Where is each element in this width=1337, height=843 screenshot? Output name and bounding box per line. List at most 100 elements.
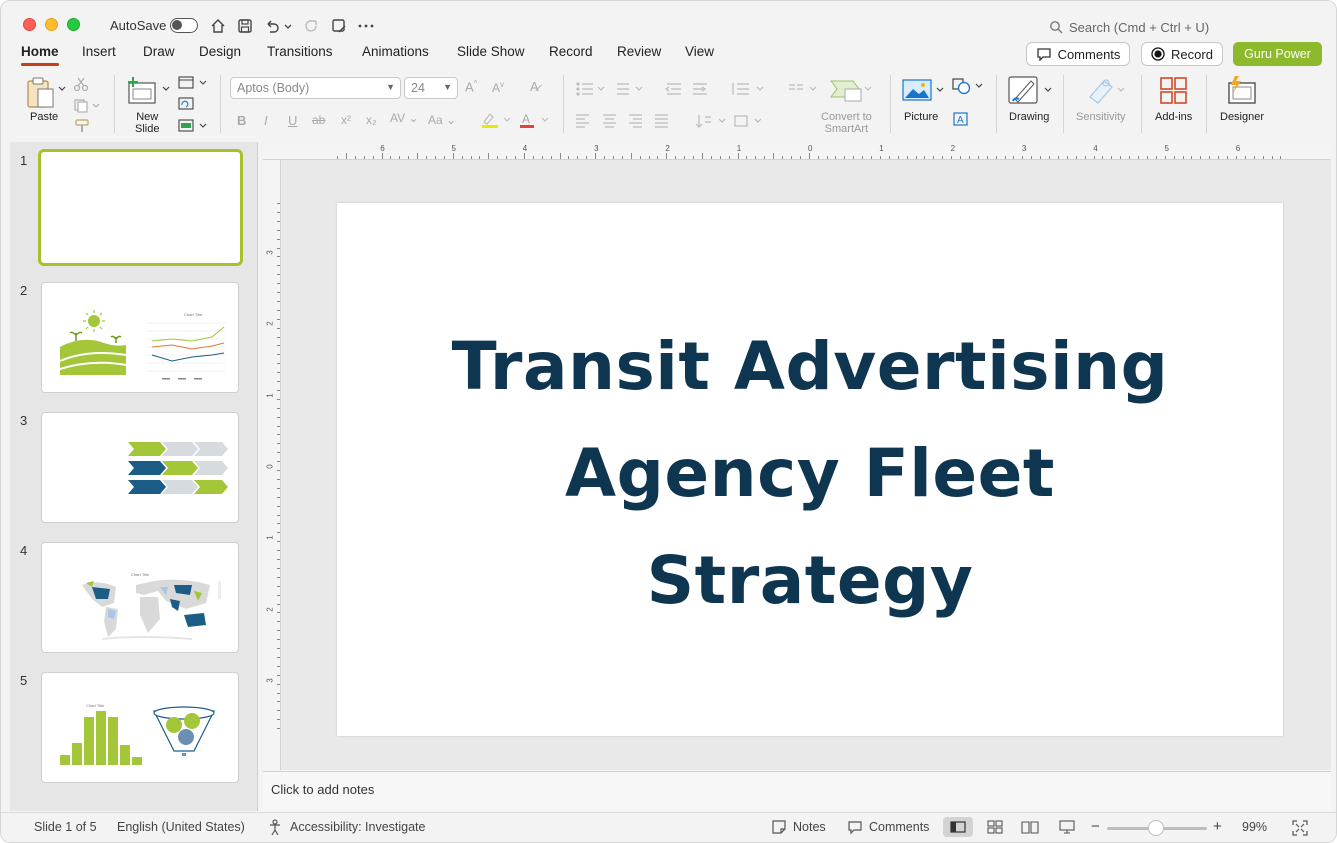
character-spacing-icon[interactable]: AV ⌄ xyxy=(390,111,419,125)
paste-icon[interactable] xyxy=(25,77,59,109)
minimize-window-button[interactable] xyxy=(45,18,58,31)
font-name-dropdown[interactable]: Aptos (Body) ▼ xyxy=(230,77,401,99)
ruler-tick xyxy=(277,648,280,649)
drawing-icon[interactable] xyxy=(1007,75,1053,107)
font-size-dropdown[interactable]: 24 ▼ xyxy=(404,77,458,99)
zoom-slider-handle[interactable] xyxy=(1148,820,1164,836)
strikethrough-icon[interactable]: ab xyxy=(312,113,325,127)
ruler-tick xyxy=(277,238,280,240)
subscript-icon[interactable]: x₂ xyxy=(366,113,377,127)
zoom-out-button[interactable]: − xyxy=(1091,818,1100,835)
undo-dropdown-icon[interactable] xyxy=(283,17,293,35)
paste-dropdown-icon[interactable] xyxy=(58,85,66,93)
slide-thumbnail-2[interactable]: Chart Title xyxy=(41,282,239,393)
new-slide-icon[interactable] xyxy=(127,75,159,105)
shapes-icon[interactable] xyxy=(951,77,987,95)
decrease-font-size-icon[interactable]: Av xyxy=(492,80,504,95)
slide-thumbnail-3[interactable] xyxy=(41,412,239,523)
home-icon[interactable] xyxy=(209,17,227,35)
search-box[interactable]: Search (Cmd + Ctrl + U) xyxy=(1041,16,1241,38)
language-indicator[interactable]: English (United States) xyxy=(117,820,245,834)
slide-thumbnail-5[interactable]: Chart Title xyxy=(41,672,239,783)
slide-thumbnail-4[interactable]: Chart Title xyxy=(41,542,239,653)
alignment-icons[interactable] xyxy=(575,113,775,129)
ruler-tick xyxy=(1155,156,1157,159)
reset-icon[interactable] xyxy=(177,97,195,111)
ruler-tick xyxy=(277,425,280,427)
guru-power-button[interactable]: Guru Power xyxy=(1233,42,1322,66)
italic-icon[interactable]: I xyxy=(264,113,268,128)
bold-icon[interactable]: B xyxy=(237,113,246,128)
comments-button[interactable]: Comments xyxy=(1026,42,1130,66)
cut-icon[interactable] xyxy=(73,77,89,91)
ruler-tick xyxy=(277,630,280,632)
search-placeholder: Search (Cmd + Ctrl + U) xyxy=(1069,19,1210,35)
text-box-icon[interactable]: A xyxy=(952,111,970,127)
maximize-window-button[interactable] xyxy=(67,18,80,31)
picture-icon[interactable] xyxy=(901,78,947,104)
autosave-toggle[interactable] xyxy=(170,18,198,33)
tab-review[interactable]: Review xyxy=(617,44,661,59)
notes-pane[interactable]: Click to add notes xyxy=(263,771,1331,811)
ruler-label: 0 xyxy=(265,464,275,469)
ruler-tick xyxy=(1164,156,1166,159)
add-ins-icon[interactable] xyxy=(1159,76,1189,106)
font-color-icon[interactable]: A xyxy=(518,112,552,128)
underline-icon[interactable]: U xyxy=(288,113,297,128)
sensitivity-icon[interactable] xyxy=(1086,75,1128,107)
section-icon[interactable] xyxy=(177,119,209,133)
accessibility-status[interactable]: Accessibility: Investigate xyxy=(290,820,425,834)
tab-home[interactable]: Home xyxy=(21,44,59,59)
tab-transitions[interactable]: Transitions xyxy=(267,44,333,59)
ruler-label: 2 xyxy=(265,606,275,612)
new-slide-dropdown-icon[interactable] xyxy=(162,85,170,93)
slide-thumbnail-1[interactable] xyxy=(38,149,243,266)
redo-icon[interactable] xyxy=(303,17,321,35)
tab-insert[interactable]: Insert xyxy=(82,44,116,59)
ruler-tick xyxy=(1004,156,1006,159)
increase-font-size-icon[interactable]: A^ xyxy=(465,79,477,94)
copy-icon[interactable] xyxy=(73,99,101,113)
smartart-icon[interactable] xyxy=(827,77,873,103)
svg-text:A: A xyxy=(522,112,530,126)
tab-draw[interactable]: Draw xyxy=(143,44,175,59)
ruler-tick xyxy=(568,156,570,159)
save-as-icon[interactable] xyxy=(330,17,348,35)
notes-toggle[interactable]: Notes xyxy=(793,820,826,834)
tab-slide-show[interactable]: Slide Show xyxy=(457,44,525,59)
tab-animations[interactable]: Animations xyxy=(362,44,429,59)
ruler-tick xyxy=(1200,156,1202,159)
slide-1[interactable]: Transit Advertising Agency Fleet Strateg… xyxy=(337,203,1283,736)
picture-label: Picture xyxy=(904,111,939,123)
tab-record[interactable]: Record xyxy=(549,44,593,59)
slide-title[interactable]: Transit Advertising Agency Fleet Strateg… xyxy=(397,313,1223,634)
reading-view-button[interactable] xyxy=(1015,817,1045,837)
zoom-level[interactable]: 99% xyxy=(1242,820,1267,834)
paragraph-list-icons[interactable] xyxy=(575,81,775,97)
record-button[interactable]: Record xyxy=(1141,42,1223,66)
slide-show-button[interactable] xyxy=(1052,817,1082,837)
change-case-icon[interactable]: Aa ⌄ xyxy=(428,113,456,127)
record-button-label: Record xyxy=(1171,46,1213,62)
highlight-icon[interactable] xyxy=(480,112,514,128)
close-window-button[interactable] xyxy=(23,18,36,31)
columns-icon[interactable] xyxy=(787,81,823,97)
designer-icon[interactable] xyxy=(1225,75,1259,107)
more-options-icon[interactable] xyxy=(357,17,375,35)
layout-icon[interactable] xyxy=(177,76,209,90)
save-icon[interactable] xyxy=(236,17,254,35)
clear-formatting-icon[interactable]: A̷ xyxy=(530,79,539,94)
comments-toggle[interactable]: Comments xyxy=(869,820,929,834)
tab-view[interactable]: View xyxy=(685,44,714,59)
zoom-in-button[interactable]: + xyxy=(1213,818,1222,835)
designer-label: Designer xyxy=(1220,111,1265,123)
normal-view-button[interactable] xyxy=(943,817,973,837)
slide-sorter-button[interactable] xyxy=(980,817,1010,837)
ruler-tick xyxy=(764,156,766,159)
ruler-tick xyxy=(354,156,356,159)
superscript-icon[interactable]: x² xyxy=(341,113,351,127)
fit-to-window-icon[interactable] xyxy=(1292,820,1308,836)
undo-icon[interactable] xyxy=(263,17,281,35)
format-painter-icon[interactable] xyxy=(73,119,91,133)
tab-design[interactable]: Design xyxy=(199,44,241,59)
